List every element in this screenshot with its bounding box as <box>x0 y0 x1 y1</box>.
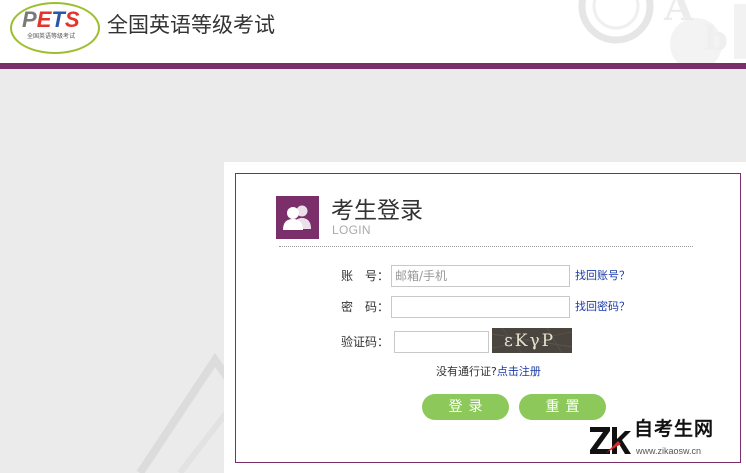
captcha-image[interactable]: εKγP <box>492 328 572 353</box>
zikaosw-watermark: 自考生网 www.zikaosw.cn <box>588 413 746 469</box>
header-decoration: A b <box>578 0 746 63</box>
captcha-input[interactable] <box>394 331 489 353</box>
header-divider <box>0 63 746 69</box>
login-button[interactable]: 登录 <box>422 394 509 420</box>
watermark-title: 自考生网 <box>634 418 715 440</box>
login-subtitle: LOGIN <box>332 223 371 237</box>
svg-text:A: A <box>663 0 694 29</box>
watermark-url: www.zikaosw.cn <box>636 446 702 456</box>
site-header: PETS 全国英语等级考试 全国英语等级考试 A b <box>0 0 746 63</box>
login-title: 考生登录 <box>331 198 423 224</box>
captcha-label: 验证码： <box>341 335 390 349</box>
pets-logo[interactable]: PETS 全国英语等级考试 <box>10 2 100 54</box>
logo-wordmark: PETS <box>22 7 80 32</box>
logo-subtitle: 全国英语等级考试 <box>27 33 76 40</box>
site-title: 全国英语等级考试 <box>107 13 275 37</box>
users-icon <box>276 196 319 239</box>
password-input[interactable] <box>391 296 570 318</box>
svg-text:b: b <box>704 19 728 59</box>
account-input[interactable] <box>391 265 570 287</box>
register-question: 没有通行证? <box>436 365 497 378</box>
account-label: 账 号： <box>341 269 390 283</box>
recover-account-link[interactable]: 找回账号？ <box>575 268 630 284</box>
recover-password-link[interactable]: 找回密码？ <box>575 299 630 315</box>
zk-logo-icon <box>590 427 631 454</box>
title-divider <box>279 246 693 247</box>
captcha-text: εKγP <box>504 331 556 351</box>
password-label: 密 码： <box>341 300 390 314</box>
register-link[interactable]: 点击注册 <box>497 365 541 378</box>
register-prompt: 没有通行证?点击注册 <box>436 364 541 380</box>
